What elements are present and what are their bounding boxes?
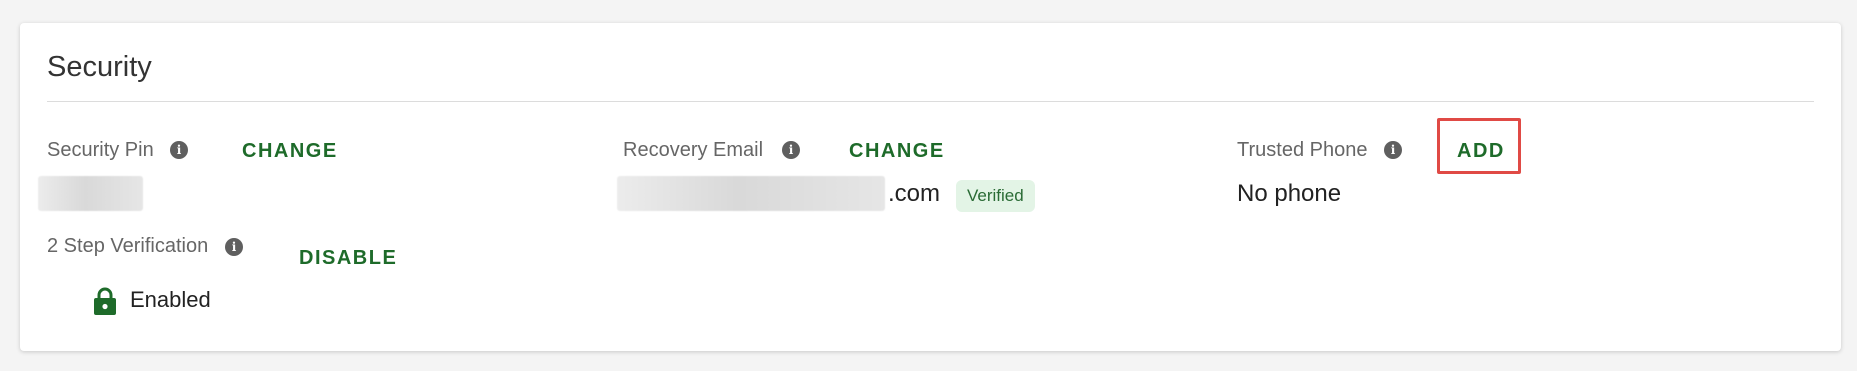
recovery-email-label: Recovery Email [623, 139, 764, 161]
security-pin-value-redacted [38, 176, 143, 211]
verified-badge: Verified [956, 180, 1035, 212]
change-recovery-email-button[interactable]: CHANGE [849, 140, 945, 163]
disable-two-step-button[interactable]: DISABLE [299, 247, 397, 270]
two-step-status: Enabled [130, 287, 211, 312]
add-button-highlight [1437, 118, 1521, 174]
security-pin-label: Security Pin [47, 139, 154, 161]
lock-icon [94, 287, 116, 315]
change-security-pin-button[interactable]: CHANGE [242, 140, 338, 163]
security-card: Security Security Pin i CHANGE Recovery … [20, 23, 1841, 351]
info-icon[interactable]: i [225, 238, 243, 256]
info-icon[interactable]: i [782, 141, 800, 159]
recovery-email-domain: .com [888, 180, 941, 207]
trusted-phone-value: No phone [1237, 180, 1342, 207]
two-step-verification-label: 2 Step Verification [47, 235, 209, 257]
divider [47, 101, 1814, 102]
trusted-phone-label: Trusted Phone [1237, 139, 1368, 161]
recovery-email-value-redacted [617, 176, 885, 211]
info-icon[interactable]: i [170, 141, 188, 159]
info-icon[interactable]: i [1384, 141, 1402, 159]
section-title: Security [47, 51, 152, 83]
